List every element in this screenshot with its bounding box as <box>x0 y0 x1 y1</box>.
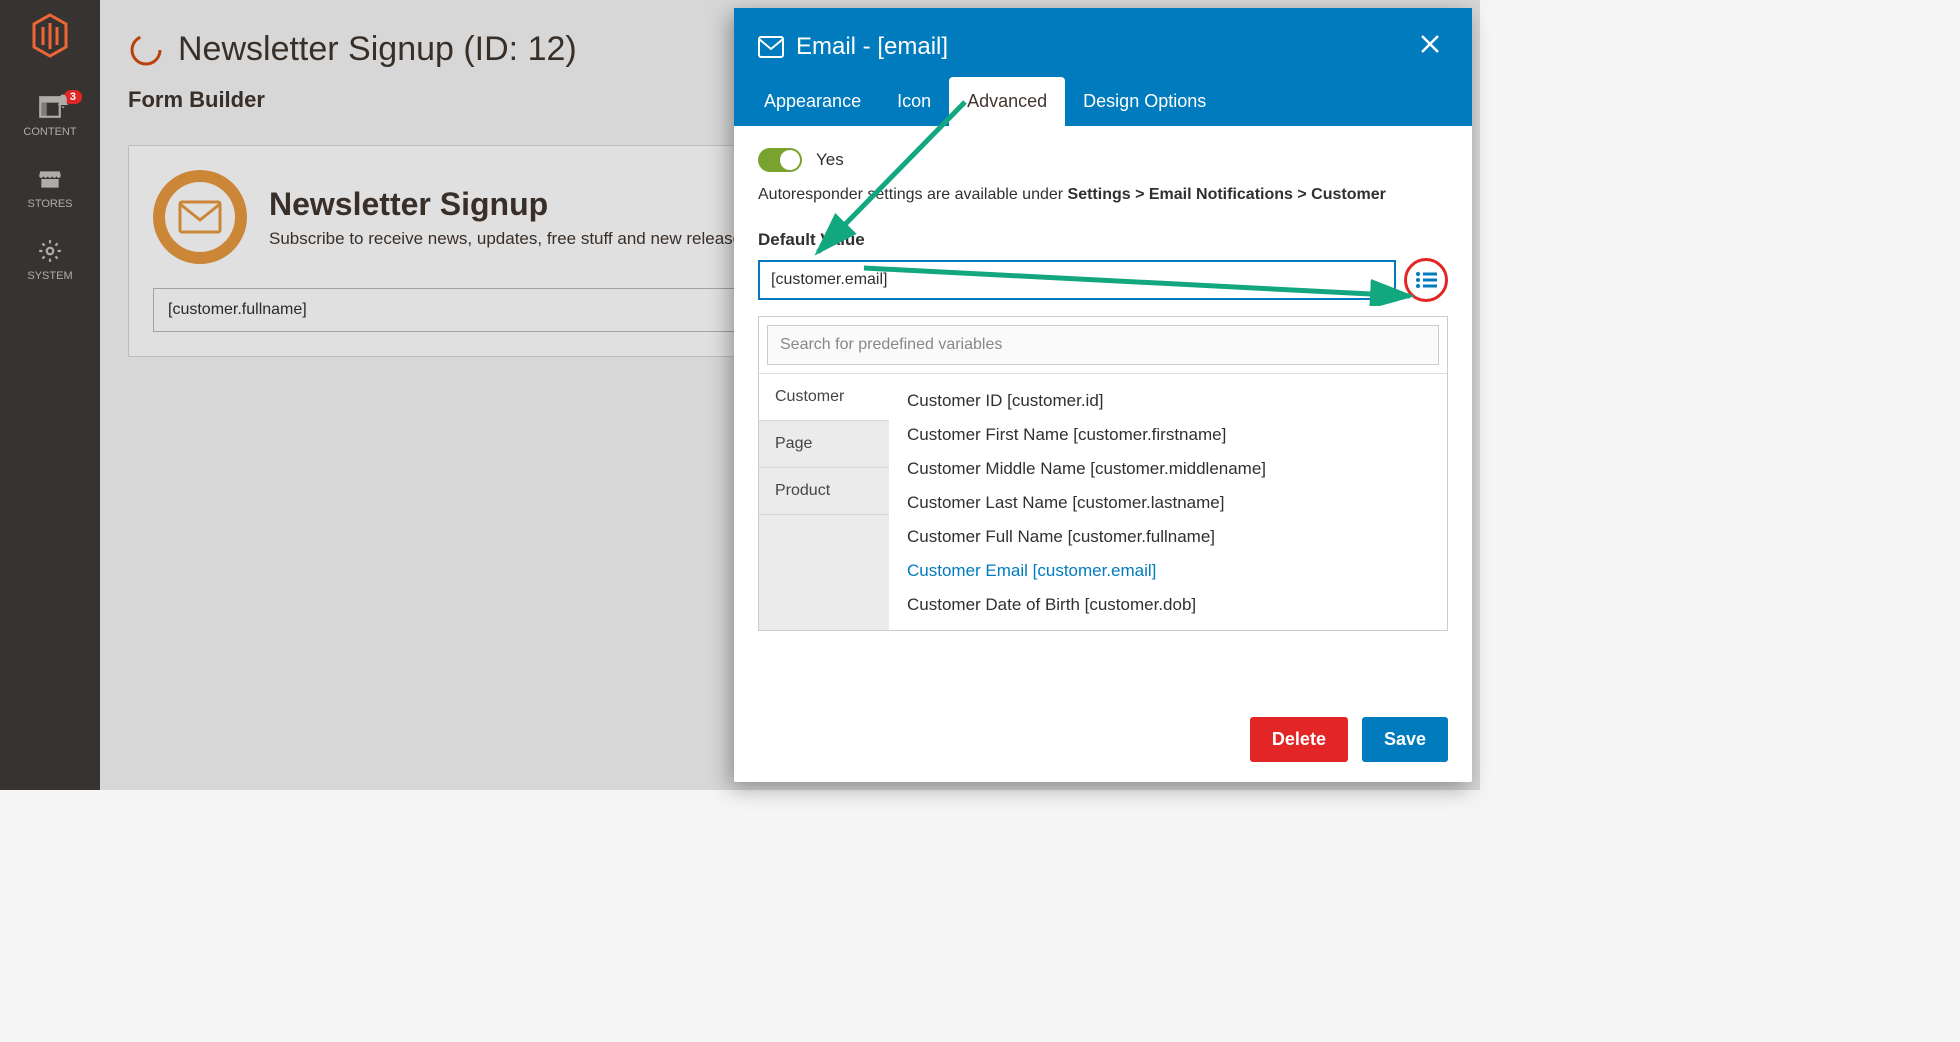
variables-body: Customer Page Product Customer ID [custo… <box>759 374 1447 630</box>
default-value-label: Default Value <box>758 230 1448 250</box>
variable-category-page[interactable]: Page <box>759 421 889 468</box>
panel-footer: Delete Save <box>734 697 1472 782</box>
tab-icon[interactable]: Icon <box>879 77 949 126</box>
admin-sidebar: CONTENT 3 STORES SYSTEM <box>0 0 100 790</box>
variable-item[interactable]: Customer Last Name [customer.lastname] <box>907 486 1429 520</box>
variable-list[interactable]: Customer ID [customer.id] Customer First… <box>889 374 1447 630</box>
gear-icon <box>37 238 63 264</box>
panel-header: Email - [email] Appearance Icon Advanced… <box>734 8 1472 126</box>
variable-category-customer[interactable]: Customer <box>759 374 889 421</box>
variable-item[interactable]: Customer First Name [customer.firstname] <box>907 418 1429 452</box>
help-text-pre: Autoresponder settings are available und… <box>758 186 1068 203</box>
sidebar-item-stores[interactable]: STORES <box>0 152 100 224</box>
sidebar-item-label: SYSTEM <box>27 270 72 282</box>
variable-category-product[interactable]: Product <box>759 468 889 515</box>
list-icon <box>1415 271 1437 289</box>
save-button[interactable]: Save <box>1362 717 1448 762</box>
variables-dropdown: Customer Page Product Customer ID [custo… <box>758 316 1448 631</box>
variable-search-input[interactable] <box>767 325 1439 365</box>
variable-search-wrap <box>759 317 1447 374</box>
panel-title-text: Email - [email] <box>796 33 948 61</box>
panel-body: Yes Autoresponder settings are available… <box>734 126 1472 697</box>
magento-logo[interactable] <box>26 12 74 60</box>
panel-title: Email - [email] <box>758 33 948 61</box>
variable-categories: Customer Page Product <box>759 374 889 630</box>
variable-item[interactable]: Customer ID [customer.id] <box>907 384 1429 418</box>
envelope-icon <box>758 36 784 58</box>
panel-tabs: Appearance Icon Advanced Design Options <box>734 77 1472 126</box>
default-value-input[interactable] <box>758 260 1396 300</box>
sidebar-item-system[interactable]: SYSTEM <box>0 224 100 296</box>
sidebar-item-label: CONTENT <box>23 126 76 138</box>
tab-advanced[interactable]: Advanced <box>949 77 1065 126</box>
magento-logo-icon <box>30 13 70 59</box>
variable-item[interactable]: Customer Middle Name [customer.middlenam… <box>907 452 1429 486</box>
field-settings-panel: Email - [email] Appearance Icon Advanced… <box>734 8 1472 782</box>
autoresponder-toggle-row: Yes <box>758 148 1448 172</box>
sidebar-item-label: STORES <box>27 198 72 210</box>
tab-appearance[interactable]: Appearance <box>746 77 879 126</box>
variable-item[interactable]: Customer Full Name [customer.fullname] <box>907 520 1429 554</box>
close-button[interactable] <box>1412 26 1448 67</box>
help-text-bold: Settings > Email Notifications > Custome… <box>1068 186 1386 203</box>
sidebar-item-content[interactable]: CONTENT 3 <box>0 80 100 152</box>
default-value-row <box>758 258 1448 302</box>
toggle-switch[interactable] <box>758 148 802 172</box>
variable-item[interactable]: Customer Prefix [customer.prefix] <box>907 622 1429 630</box>
variable-item-selected[interactable]: Customer Email [customer.email] <box>907 554 1429 588</box>
delete-button[interactable]: Delete <box>1250 717 1348 762</box>
close-icon <box>1418 32 1442 56</box>
bell-icon <box>54 93 72 111</box>
stores-icon <box>37 166 63 192</box>
variables-list-button[interactable] <box>1404 258 1448 302</box>
tab-design-options[interactable]: Design Options <box>1065 77 1224 126</box>
help-text: Autoresponder settings are available und… <box>758 186 1448 204</box>
toggle-label: Yes <box>816 150 844 170</box>
variable-item[interactable]: Customer Date of Birth [customer.dob] <box>907 588 1429 622</box>
